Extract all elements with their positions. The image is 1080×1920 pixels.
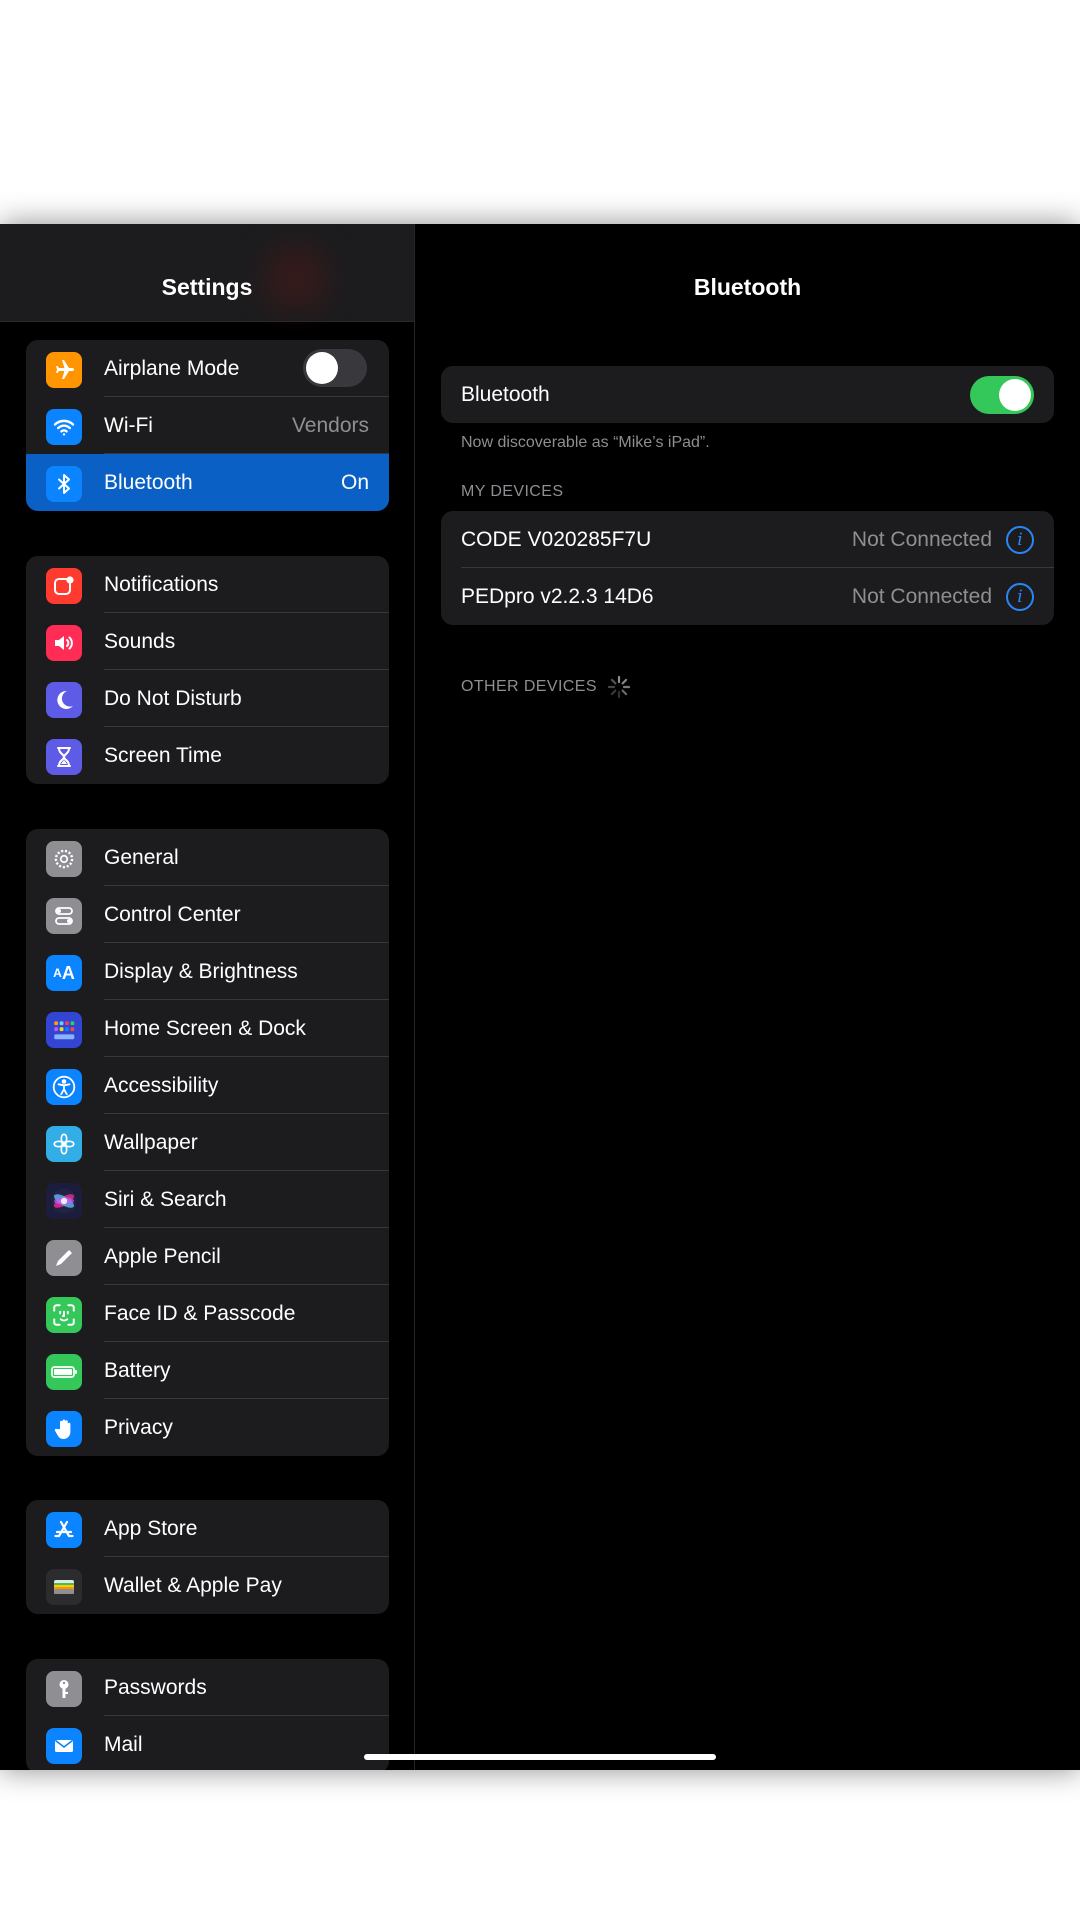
siri-icon: [46, 1183, 82, 1219]
info-icon[interactable]: i: [1006, 526, 1034, 554]
settings-group-notifications: Notifications Sounds Do Not Disturb Scre…: [26, 556, 389, 784]
sidebar-item-privacy[interactable]: Privacy: [26, 1399, 389, 1456]
notifications-icon: [46, 568, 82, 604]
sidebar-item-bluetooth[interactable]: Bluetooth On: [26, 454, 389, 511]
sidebar-item-screen-time[interactable]: Screen Time: [26, 727, 389, 784]
sidebar-item-display-brightness[interactable]: AA Display & Brightness: [26, 943, 389, 1000]
sidebar-item-wallpaper[interactable]: Wallpaper: [26, 1114, 389, 1171]
wifi-network-value: Vendors: [291, 414, 369, 437]
bluetooth-detail-pane: Bluetooth Bluetooth Now discoverable as …: [415, 224, 1080, 1770]
sidebar-item-label: Wallet & Apple Pay: [104, 1574, 282, 1597]
sidebar-item-label: Mail: [104, 1733, 143, 1756]
other-devices-header: OTHER DEVICES: [461, 678, 597, 695]
home-indicator[interactable]: [364, 1754, 716, 1760]
app-store-icon: [46, 1512, 82, 1548]
sidebar-title: Settings: [161, 274, 253, 300]
sidebar-item-label: Screen Time: [104, 744, 222, 767]
moon-icon: [46, 682, 82, 718]
sidebar-item-battery[interactable]: Battery: [26, 1342, 389, 1399]
sidebar-item-wallet-apple-pay[interactable]: Wallet & Apple Pay: [26, 1557, 389, 1614]
sidebar-item-apple-pencil[interactable]: Apple Pencil: [26, 1228, 389, 1285]
sidebar-item-label: Do Not Disturb: [104, 687, 242, 710]
pencil-icon: [46, 1240, 82, 1276]
airplane-mode-toggle[interactable]: [303, 349, 367, 387]
sidebar-item-label: Privacy: [104, 1416, 173, 1439]
sidebar-item-wifi[interactable]: Wi-Fi Vendors: [26, 397, 389, 454]
settings-sidebar: Settings Airplane Mode Wi-Fi Vendors Blu…: [0, 224, 415, 1770]
bluetooth-toggle-group: Bluetooth: [441, 366, 1054, 423]
sidebar-item-face-id-passcode[interactable]: Face ID & Passcode: [26, 1285, 389, 1342]
detail-title: Bluetooth: [693, 274, 802, 300]
sidebar-item-label: General: [104, 846, 179, 869]
sounds-icon: [46, 625, 82, 661]
sidebar-item-do-not-disturb[interactable]: Do Not Disturb: [26, 670, 389, 727]
device-name: PEDpro v2.2.3 14D6: [461, 585, 654, 608]
gear-icon: [46, 841, 82, 877]
sidebar-item-passwords[interactable]: Passwords: [26, 1659, 389, 1716]
airplane-icon: [46, 352, 82, 388]
flower-icon: [46, 1126, 82, 1162]
sidebar-item-label: Airplane Mode: [104, 357, 240, 380]
sidebar-item-label: Siri & Search: [104, 1188, 227, 1211]
sidebar-item-sounds[interactable]: Sounds: [26, 613, 389, 670]
hand-icon: [46, 1411, 82, 1447]
device-status: Not Connected: [851, 585, 992, 608]
bluetooth-icon: [46, 466, 82, 502]
settings-group-store: App Store Wallet & Apple Pay: [26, 1500, 389, 1614]
bluetooth-status-value: On: [340, 471, 369, 494]
ipad-screen: Settings Airplane Mode Wi-Fi Vendors Blu…: [0, 224, 1080, 1770]
my-devices-list: CODE V020285F7U Not Connected i PEDpro v…: [441, 511, 1054, 625]
grid-icon: [46, 1012, 82, 1048]
sidebar-item-label: Wallpaper: [104, 1131, 198, 1154]
bluetooth-toggle-label: Bluetooth: [461, 383, 550, 406]
sidebar-item-label: Apple Pencil: [104, 1245, 221, 1268]
sidebar-item-label: Battery: [104, 1359, 171, 1382]
wallet-icon: [46, 1569, 82, 1605]
toggles-icon: [46, 898, 82, 934]
sidebar-item-label: Home Screen & Dock: [104, 1017, 306, 1040]
hourglass-icon: [46, 739, 82, 775]
settings-group-accounts: Passwords Mail: [26, 1659, 389, 1770]
sidebar-item-label: Sounds: [104, 630, 176, 653]
settings-group-general: General Control Center AA Display & Brig…: [26, 829, 389, 1456]
sidebar-item-label: Wi-Fi: [104, 414, 153, 437]
sidebar-item-label: Bluetooth: [104, 471, 193, 494]
bluetooth-toggle-row: Bluetooth: [441, 366, 1054, 423]
sidebar-item-home-screen-dock[interactable]: Home Screen & Dock: [26, 1000, 389, 1057]
sidebar-nav-bar: Settings: [0, 224, 414, 322]
sidebar-item-label: Display & Brightness: [104, 960, 298, 983]
sidebar-item-label: App Store: [104, 1517, 198, 1540]
sidebar-item-label: Control Center: [104, 903, 241, 926]
sidebar-item-mail[interactable]: Mail: [26, 1716, 389, 1770]
settings-group-connectivity: Airplane Mode Wi-Fi Vendors Bluetooth On: [26, 340, 389, 511]
device-status: Not Connected: [851, 528, 992, 551]
sidebar-item-app-store[interactable]: App Store: [26, 1500, 389, 1557]
device-row[interactable]: CODE V020285F7U Not Connected i: [441, 511, 1054, 568]
device-row[interactable]: PEDpro v2.2.3 14D6 Not Connected i: [441, 568, 1054, 625]
key-icon: [46, 1671, 82, 1707]
accessibility-icon: [46, 1069, 82, 1105]
bluetooth-toggle[interactable]: [970, 376, 1034, 414]
sidebar-item-siri-search[interactable]: Siri & Search: [26, 1171, 389, 1228]
discoverable-note: Now discoverable as “Mike’s iPad”.: [461, 434, 710, 451]
face-id-icon: [46, 1297, 82, 1333]
sidebar-item-label: Notifications: [104, 573, 219, 596]
sidebar-item-label: Face ID & Passcode: [104, 1302, 296, 1325]
sidebar-item-general[interactable]: General: [26, 829, 389, 886]
device-name: CODE V020285F7U: [461, 528, 652, 551]
loading-spinner-icon: [607, 675, 631, 699]
info-icon[interactable]: i: [1006, 583, 1034, 611]
my-devices-header: MY DEVICES: [461, 483, 564, 500]
sidebar-item-notifications[interactable]: Notifications: [26, 556, 389, 613]
sidebar-item-accessibility[interactable]: Accessibility: [26, 1057, 389, 1114]
mail-icon: [46, 1728, 82, 1764]
text-size-icon: AA: [46, 955, 82, 991]
sidebar-item-label: Accessibility: [104, 1074, 219, 1097]
sidebar-item-control-center[interactable]: Control Center: [26, 886, 389, 943]
sidebar-item-label: Passwords: [104, 1676, 207, 1699]
battery-icon: [46, 1354, 82, 1390]
sidebar-item-airplane-mode[interactable]: Airplane Mode: [26, 340, 389, 397]
wifi-icon: [46, 409, 82, 445]
